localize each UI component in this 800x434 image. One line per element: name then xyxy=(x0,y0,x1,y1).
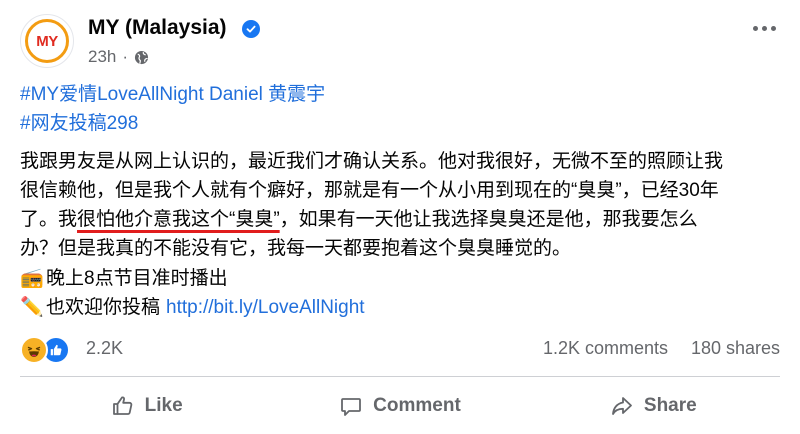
hashtag-link-2[interactable]: #网友投稿298 xyxy=(20,109,325,138)
like-label: Like xyxy=(144,395,183,416)
submission-link[interactable]: http://bit.ly/LoveAllNight xyxy=(166,293,365,322)
verified-badge-icon xyxy=(242,20,260,38)
dot xyxy=(771,26,776,31)
body-line-3: 了。我很怕他介意我这个“臭臭”，如果有一天他让我选择臭臭还是他，那我要怎么 xyxy=(20,205,780,234)
page-name[interactable]: MY (Malaysia) xyxy=(88,16,227,40)
comment-icon xyxy=(341,398,362,416)
more-options-icon[interactable] xyxy=(753,26,776,31)
avatar-logo: MY xyxy=(25,19,69,63)
post-meta: 23h · xyxy=(88,47,149,67)
hashtag-link-1[interactable]: #MY爱情LoveAllNight Daniel 黄震宇 xyxy=(20,80,325,109)
body-line-1: 我跟男友是从网上认识的，最近我们才确认关系。他对我很好，无微不至的照顾让我 xyxy=(20,151,724,172)
broadcast-text: 晚上8点节目准时播出 xyxy=(46,268,228,289)
hashtags: #MY爱情LoveAllNight Daniel 黄震宇 #网友投稿298 xyxy=(20,80,325,138)
post-body: 我跟男友是从网上认识的，最近我们才确认关系。他对我很好，无微不至的照顾让我 很信… xyxy=(20,147,780,263)
submit-text: 也欢迎你投稿 xyxy=(46,297,161,318)
comment-label: Comment xyxy=(373,395,461,416)
action-divider xyxy=(20,376,780,377)
post-footer-text: 📻 晚上8点节目准时播出 ✏️ 也欢迎你投稿 http://bit.ly/Lov… xyxy=(20,264,365,322)
body-line-3-start: 了。我 xyxy=(20,209,78,230)
haha-reaction-icon xyxy=(20,336,48,364)
underlined-phrase: 很怕他介意我这个“臭臭” xyxy=(77,209,280,230)
action-bar: Like Comment Share xyxy=(20,386,780,426)
meta-separator: · xyxy=(122,47,129,66)
pencil-icon: ✏️ xyxy=(20,297,44,318)
body-line-4: 办？但是我真的不能没有它，我每一天都要抱着这个臭臭睡觉的。 xyxy=(20,238,572,259)
reaction-count[interactable]: 2.2K xyxy=(86,338,123,359)
body-line-2: 很信赖他，但是我个人就有个癖好，那就是有一个从小用到现在的“臭臭”，已经30年 xyxy=(20,180,719,201)
reaction-icons[interactable] xyxy=(20,336,70,364)
share-icon xyxy=(612,397,632,415)
share-label: Share xyxy=(643,395,697,416)
submit-line: ✏️ 也欢迎你投稿 http://bit.ly/LoveAllNight xyxy=(20,293,365,322)
page-avatar[interactable]: MY xyxy=(20,14,74,68)
radio-icon: 📻 xyxy=(20,268,44,289)
globe-icon xyxy=(134,50,149,64)
like-icon xyxy=(112,396,132,415)
dot xyxy=(753,26,758,31)
like-button[interactable]: Like xyxy=(20,386,273,426)
broadcast-line: 📻 晚上8点节目准时播出 xyxy=(20,264,365,293)
post-header: MY MY (Malaysia) 23h · xyxy=(20,10,780,72)
dot xyxy=(762,26,767,31)
shares-count[interactable]: 180 shares xyxy=(691,338,780,359)
engagement-stats: 2.2K 1.2K comments 180 shares xyxy=(20,334,780,364)
timestamp[interactable]: 23h xyxy=(88,47,116,67)
comments-count[interactable]: 1.2K comments xyxy=(543,338,668,359)
comment-button[interactable]: Comment xyxy=(273,386,526,426)
share-button[interactable]: Share xyxy=(527,386,780,426)
body-line-3-end: ，如果有一天他让我选择臭臭还是他，那我要怎么 xyxy=(279,209,698,230)
